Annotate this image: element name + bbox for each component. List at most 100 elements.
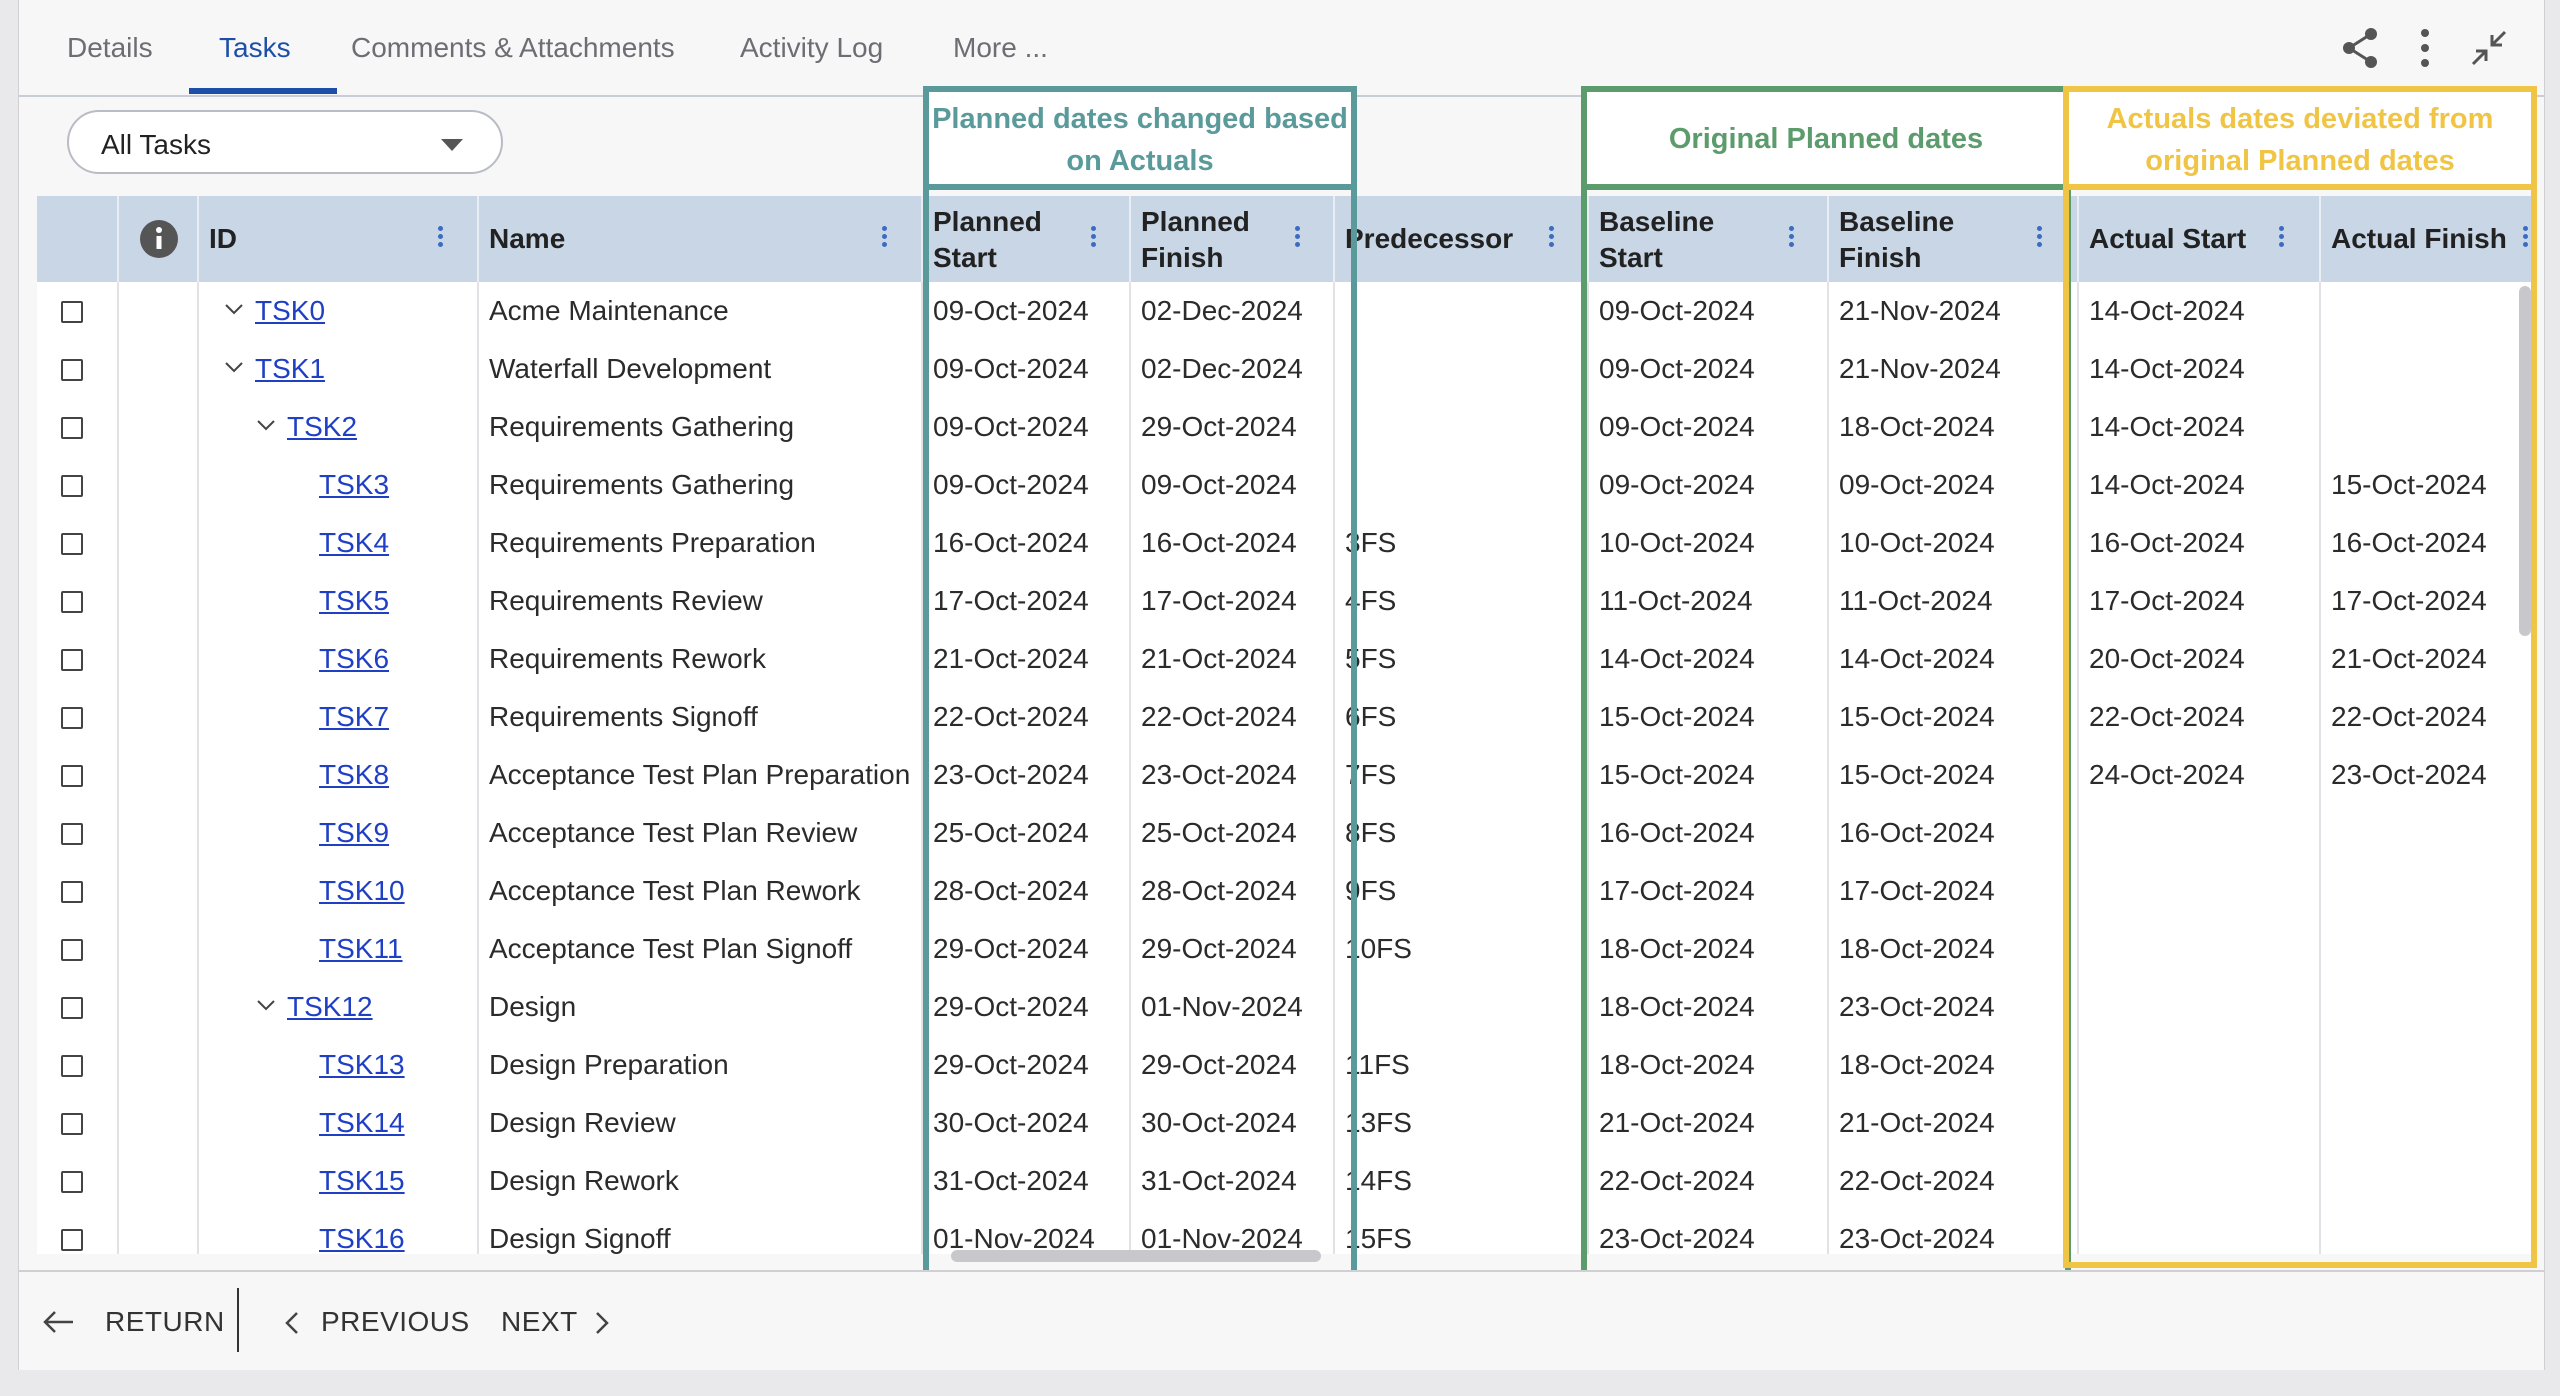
task-id-link[interactable]: TSK12 (287, 978, 373, 1036)
id-cell: TSK2 (199, 398, 479, 456)
chevron-down-icon[interactable] (225, 300, 243, 318)
row-checkbox[interactable] (61, 881, 83, 903)
task-id-link[interactable]: TSK15 (319, 1152, 405, 1210)
row-checkbox[interactable] (61, 417, 83, 439)
select-cell (37, 456, 119, 514)
more-options-icon[interactable] (2401, 24, 2449, 72)
task-id-link[interactable]: TSK3 (319, 456, 389, 514)
chevron-left-icon[interactable] (283, 1310, 301, 1336)
task-name: Requirements Signoff (489, 701, 758, 732)
info-cell (119, 978, 199, 1036)
column-menu-icon[interactable] (1549, 226, 1555, 250)
task-id-link[interactable]: TSK11 (319, 920, 403, 978)
info-cell (119, 688, 199, 746)
row-checkbox[interactable] (61, 1113, 83, 1135)
info-icon (140, 220, 178, 258)
share-icon[interactable] (2337, 24, 2385, 72)
row-checkbox[interactable] (61, 707, 83, 729)
task-id-link[interactable]: TSK8 (319, 746, 389, 804)
chevron-down-icon[interactable] (225, 358, 243, 376)
task-id-link[interactable]: TSK1 (255, 340, 325, 398)
info-cell (119, 340, 199, 398)
row-checkbox[interactable] (61, 939, 83, 961)
header-predecessor[interactable]: Predecessor (1335, 196, 1589, 282)
tab-tasks[interactable]: Tasks (219, 32, 291, 64)
tab-comments-attachments[interactable]: Comments & Attachments (351, 32, 675, 64)
planned-dates-callout-text: Planned dates changed based on Actuals (932, 103, 1348, 177)
header-id[interactable]: ID (199, 196, 479, 282)
row-checkbox[interactable] (61, 533, 83, 555)
name-cell: Requirements Gathering (479, 398, 923, 456)
task-id-link[interactable]: TSK7 (319, 688, 389, 746)
task-name: Acceptance Test Plan Rework (489, 875, 861, 906)
select-cell (37, 688, 119, 746)
tab-more[interactable]: More ... (953, 32, 1048, 64)
info-cell (119, 1210, 199, 1254)
next-button[interactable]: NEXT (501, 1306, 578, 1338)
task-id-link[interactable]: TSK10 (319, 862, 405, 920)
info-cell (119, 514, 199, 572)
collapse-icon[interactable] (2465, 24, 2513, 72)
tab-details[interactable]: Details (67, 32, 153, 64)
select-cell (37, 746, 119, 804)
task-id-link[interactable]: TSK0 (255, 282, 325, 340)
chevron-down-icon[interactable] (257, 996, 275, 1014)
task-id-link[interactable]: TSK13 (319, 1036, 405, 1094)
column-menu-icon[interactable] (438, 226, 444, 250)
row-checkbox[interactable] (61, 765, 83, 787)
header-info (119, 196, 199, 282)
predecessor-cell: 8FS (1335, 804, 1589, 862)
row-checkbox[interactable] (61, 1055, 83, 1077)
task-name: Design Signoff (489, 1223, 671, 1254)
row-checkbox[interactable] (61, 359, 83, 381)
row-checkbox[interactable] (61, 823, 83, 845)
arrow-left-icon[interactable] (41, 1308, 75, 1336)
row-checkbox[interactable] (61, 301, 83, 323)
info-cell (119, 572, 199, 630)
task-id-link[interactable]: TSK14 (319, 1094, 405, 1152)
name-cell: Acceptance Test Plan Preparation (479, 746, 923, 804)
task-id-link[interactable]: TSK16 (319, 1210, 405, 1254)
chevron-down-icon[interactable] (257, 416, 275, 434)
select-cell (37, 514, 119, 572)
return-button[interactable]: RETURN (105, 1306, 225, 1338)
select-cell (37, 340, 119, 398)
task-panel: Details Tasks Comments & Attachments Act… (18, 0, 2545, 1370)
footer-divider (237, 1288, 239, 1352)
task-id-link[interactable]: TSK4 (319, 514, 389, 572)
row-checkbox[interactable] (61, 1229, 83, 1251)
predecessor-cell: 3FS (1335, 514, 1589, 572)
select-cell (37, 282, 119, 340)
row-checkbox[interactable] (61, 475, 83, 497)
name-cell: Waterfall Development (479, 340, 923, 398)
predecessor-cell: 4FS (1335, 572, 1589, 630)
column-menu-icon[interactable] (882, 226, 888, 250)
info-cell (119, 862, 199, 920)
task-name: Design Review (489, 1107, 676, 1138)
task-id-link[interactable]: TSK5 (319, 572, 389, 630)
name-cell: Requirements Preparation (479, 514, 923, 572)
tab-activity-log[interactable]: Activity Log (740, 32, 883, 64)
name-cell: Requirements Review (479, 572, 923, 630)
task-id-link[interactable]: TSK6 (319, 630, 389, 688)
row-checkbox[interactable] (61, 1171, 83, 1193)
header-name[interactable]: Name (479, 196, 923, 282)
info-cell (119, 746, 199, 804)
info-cell (119, 804, 199, 862)
row-checkbox[interactable] (61, 649, 83, 671)
name-cell: Design Signoff (479, 1210, 923, 1254)
row-checkbox[interactable] (61, 997, 83, 1019)
select-cell (37, 572, 119, 630)
name-cell: Requirements Rework (479, 630, 923, 688)
baseline-dates-highlight (1581, 86, 2071, 1276)
task-id-link[interactable]: TSK9 (319, 804, 389, 862)
id-cell: TSK8 (199, 746, 479, 804)
chevron-right-icon[interactable] (593, 1310, 611, 1336)
name-cell: Acceptance Test Plan Signoff (479, 920, 923, 978)
task-filter-dropdown[interactable]: All Tasks (67, 110, 503, 174)
id-cell: TSK13 (199, 1036, 479, 1094)
previous-button[interactable]: PREVIOUS (321, 1306, 470, 1338)
row-checkbox[interactable] (61, 591, 83, 613)
task-name: Design Rework (489, 1165, 679, 1196)
task-id-link[interactable]: TSK2 (287, 398, 357, 456)
